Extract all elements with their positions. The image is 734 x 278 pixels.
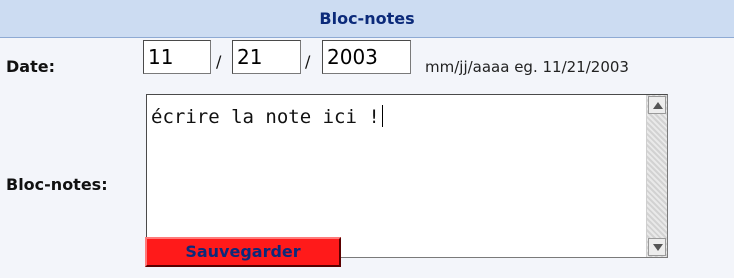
panel-title: Bloc-notes: [319, 9, 415, 28]
scroll-down-button[interactable]: [648, 238, 666, 256]
notes-label: Bloc-notes:: [6, 175, 108, 194]
notes-text[interactable]: écrire la note ici !: [151, 105, 383, 128]
date-separator: /: [216, 52, 222, 71]
notepad-panel: Bloc-notes Date: Bloc-notes: / / mm/jj/a…: [0, 0, 734, 278]
scroll-down-arrow-icon: [653, 244, 663, 251]
day-input[interactable]: [232, 40, 301, 74]
year-input[interactable]: [322, 40, 411, 74]
month-input[interactable]: [143, 40, 211, 74]
notes-textarea[interactable]: écrire la note ici !: [146, 94, 668, 258]
notes-scrollbar[interactable]: [646, 95, 667, 257]
notes-text-content: écrire la note ici !: [151, 106, 380, 128]
date-separator: /: [305, 52, 311, 71]
date-label: Date:: [6, 57, 55, 76]
date-format-hint: mm/jj/aaaa eg. 11/21/2003: [425, 58, 629, 76]
scroll-up-button[interactable]: [648, 96, 666, 114]
text-caret: [381, 105, 383, 127]
scroll-up-arrow-icon: [653, 102, 663, 109]
save-button[interactable]: Sauvegarder: [145, 237, 341, 267]
panel-header: Bloc-notes: [0, 0, 734, 38]
